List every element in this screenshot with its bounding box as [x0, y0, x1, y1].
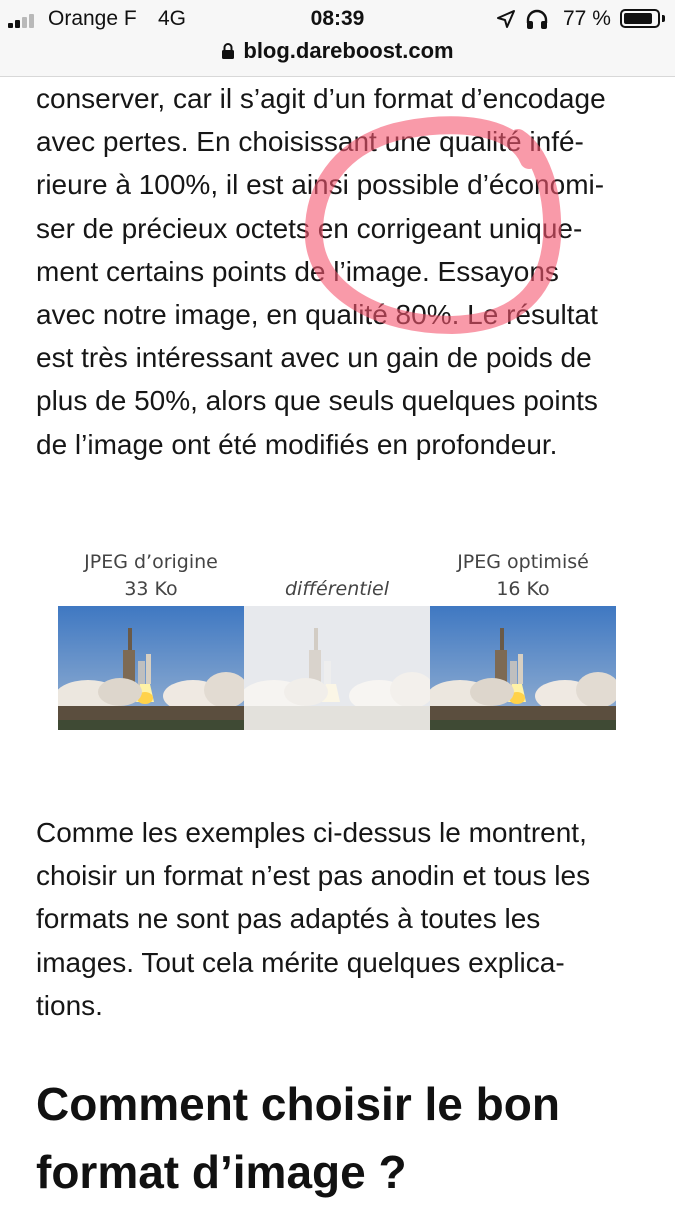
text-line: avec notre image, en qualité 80%. Le rés… [36, 299, 598, 331]
article-paragraph-1: conserver, car il s’agit d’un format d’e… [36, 77, 636, 466]
article-paragraph-2: Comme les exemples ci-dessus le montrent… [36, 811, 636, 1027]
comparison-figure: JPEG d’origine 33 Ko différentiel JPEG o… [58, 545, 618, 730]
section-heading: Comment choisir le bon format d’image ? [36, 1070, 656, 1206]
text-line: ment certains points de l’image. Essayon… [36, 255, 559, 287]
text-line: Comme les exemples ci-dessus le montrent… [36, 817, 587, 848]
url-text: blog.dareboost.com [243, 38, 454, 63]
status-bar: Orange F 4G 08:39 77 % [0, 0, 675, 38]
original-jpeg-image [58, 606, 244, 730]
caption-original-title: JPEG d’origine [84, 551, 218, 573]
caption-optimized-title: JPEG optimisé [457, 551, 589, 573]
text-line: est très intéressant avec un gain de poi… [36, 342, 592, 374]
text-line: images. Tout cela mérite quelques explic… [36, 946, 565, 978]
lock-icon [222, 43, 235, 59]
text-line: de l’image ont été modifiés en profondeu… [36, 428, 558, 460]
differential-image [244, 606, 430, 730]
url-display[interactable]: blog.dareboost.com [0, 38, 675, 64]
caption-differential: différentiel [285, 578, 389, 600]
heading-line: format d’image ? [36, 1146, 407, 1198]
text-line: formats ne sont pas adaptés à toutes les [36, 903, 541, 935]
battery-percent: 77 % [563, 7, 611, 30]
text-line: rieure à 100%, il est ainsi possible d’é… [36, 169, 605, 201]
battery-icon [620, 9, 660, 28]
text-line: tions. [36, 989, 103, 1021]
text-line: ser de précieux octets en corrigeant uni… [36, 212, 583, 244]
optimized-jpeg-image [430, 606, 616, 730]
caption-optimized: JPEG optimisé 16 Ko [430, 549, 616, 603]
text-line: plus de 50%, alors que seuls quelques po… [36, 385, 598, 417]
text-line: conserver, car il s’agit d’un format d’e… [36, 83, 606, 114]
battery-cap [662, 15, 665, 22]
caption-original: JPEG d’origine 33 Ko [58, 549, 244, 603]
text-line: choisir un format n’est pas anodin et to… [36, 860, 591, 892]
caption-original-size: 33 Ko [124, 578, 178, 600]
location-arrow-icon [497, 10, 515, 28]
address-bar[interactable]: blog.dareboost.com [0, 38, 675, 77]
text-line: avec pertes. En choisissant une qualité … [36, 126, 584, 158]
headphones-icon [526, 9, 548, 29]
heading-line: Comment choisir le bon [36, 1078, 560, 1130]
caption-optimized-size: 16 Ko [496, 578, 550, 600]
